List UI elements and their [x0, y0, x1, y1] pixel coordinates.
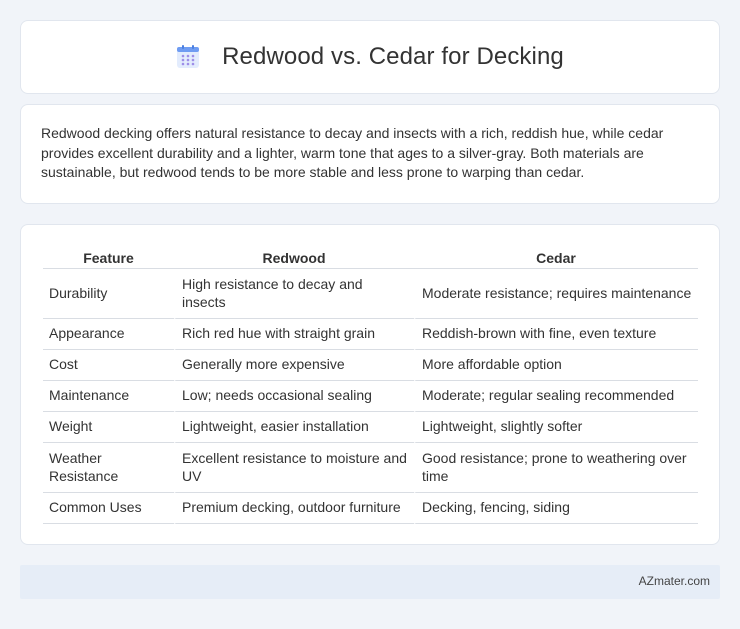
- redwood-cell: Excellent resistance to moisture and UV: [174, 443, 414, 493]
- summary-text: Redwood decking offers natural resistanc…: [41, 125, 664, 180]
- cedar-cell: Lightweight, slightly softer: [414, 412, 698, 443]
- feature-cell: Durability: [43, 269, 174, 319]
- footer-site-link[interactable]: AZmater.com: [639, 574, 710, 588]
- table-row: Maintenance Low; needs occasional sealin…: [43, 381, 698, 412]
- header-cedar: Cedar: [414, 245, 698, 269]
- cedar-cell: Decking, fencing, siding: [414, 493, 698, 524]
- table-row: Appearance Rich red hue with straight gr…: [43, 319, 698, 350]
- cedar-cell: Reddish-brown with fine, even texture: [414, 319, 698, 350]
- redwood-cell: Rich red hue with straight grain: [174, 319, 414, 350]
- table-row: Weather Resistance Excellent resistance …: [43, 443, 698, 493]
- calendar-icon: [177, 45, 200, 68]
- table-row: Durability High resistance to decay and …: [43, 269, 698, 319]
- cedar-cell: More affordable option: [414, 350, 698, 381]
- title-row: Redwood vs. Cedar for Decking: [176, 43, 564, 71]
- feature-cell: Weight: [43, 412, 174, 443]
- redwood-cell: High resistance to decay and insects: [174, 269, 414, 319]
- table-header-row: Feature Redwood Cedar: [43, 245, 698, 269]
- comparison-table: Feature Redwood Cedar Durability High re…: [43, 245, 698, 524]
- feature-cell: Common Uses: [43, 493, 174, 524]
- table-row: Common Uses Premium decking, outdoor fur…: [43, 493, 698, 524]
- feature-cell: Maintenance: [43, 381, 174, 412]
- cedar-cell: Good resistance; prone to weathering ove…: [414, 443, 698, 493]
- cedar-cell: Moderate; regular sealing recommended: [414, 381, 698, 412]
- table-row: Weight Lightweight, easier installation …: [43, 412, 698, 443]
- page-title: Redwood vs. Cedar for Decking: [222, 43, 564, 70]
- redwood-cell: Low; needs occasional sealing: [174, 381, 414, 412]
- feature-cell: Appearance: [43, 319, 174, 350]
- header-feature: Feature: [43, 245, 174, 269]
- summary-card: Redwood decking offers natural resistanc…: [20, 104, 720, 204]
- comparison-card: Feature Redwood Cedar Durability High re…: [20, 224, 720, 545]
- feature-cell: Weather Resistance: [43, 443, 174, 493]
- redwood-cell: Lightweight, easier installation: [174, 412, 414, 443]
- header-redwood: Redwood: [174, 245, 414, 269]
- feature-cell: Cost: [43, 350, 174, 381]
- cedar-cell: Moderate resistance; requires maintenanc…: [414, 269, 698, 319]
- footer-bar: AZmater.com: [20, 565, 720, 599]
- title-card: Redwood vs. Cedar for Decking: [20, 20, 720, 94]
- redwood-cell: Generally more expensive: [174, 350, 414, 381]
- table-row: Cost Generally more expensive More affor…: [43, 350, 698, 381]
- redwood-cell: Premium decking, outdoor furniture: [174, 493, 414, 524]
